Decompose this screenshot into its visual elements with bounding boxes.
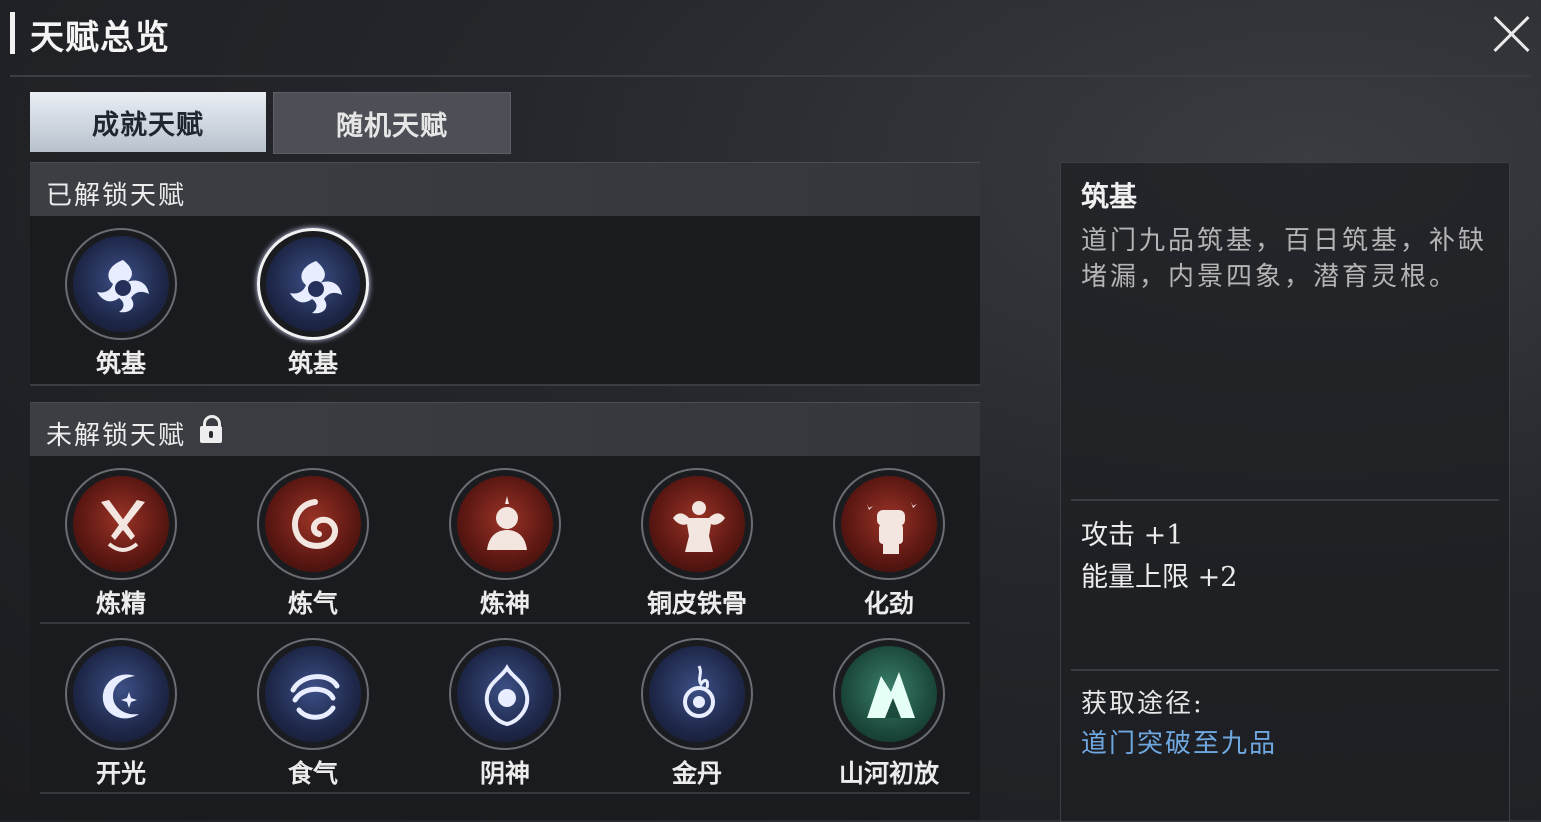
locked-talent-grid: 炼精 炼气 炼神 铜皮铁骨 化劲 开光 食气 阴神 金丹 山河初放	[30, 456, 980, 820]
talent-copper-skin-iron-bone[interactable]: 铜皮铁骨	[622, 468, 772, 618]
close-button[interactable]	[1490, 12, 1534, 56]
talent-name: 筑基	[95, 349, 146, 378]
talent-consecration[interactable]: 开光	[46, 638, 196, 788]
title-accent-bar	[10, 12, 15, 54]
source-link[interactable]: 道门突破至九品	[1081, 723, 1277, 760]
detail-description: 道门九品筑基，百日筑基，补缺堵漏，内景四象，潜育灵根。	[1081, 226, 1488, 292]
talent-refine-qi[interactable]: 炼气	[238, 468, 388, 618]
unlocked-talent-grid: 筑基 筑基	[30, 216, 980, 386]
unlocked-section-title: 已解锁天赋	[46, 180, 187, 210]
foundation-icon	[290, 261, 342, 314]
detail-divider	[1071, 499, 1499, 501]
talent-mountains-rivers[interactable]: 山河初放	[814, 638, 964, 788]
talent-foundation-1[interactable]: 筑基	[46, 228, 196, 378]
talent-foundation-2-selected[interactable]: 筑基	[238, 228, 388, 378]
locked-section-header: 未解锁天赋	[30, 402, 980, 457]
stat-attack: 攻击 +1	[1081, 520, 1184, 551]
whirlwind-icon	[290, 674, 340, 720]
tab-random-talents[interactable]: 随机天赋	[273, 92, 511, 154]
meditating-figure-icon	[487, 496, 527, 550]
swirl-icon	[292, 499, 339, 549]
golden-core-icon	[683, 665, 715, 718]
muscle-figure-icon	[673, 501, 725, 552]
title-divider	[10, 75, 1530, 77]
foundation-icon	[97, 260, 149, 313]
talent-name: 筑基	[287, 349, 338, 378]
mountain-icon	[867, 672, 915, 718]
title-bar: 天赋总览	[0, 0, 1541, 77]
talent-name: 山河初放	[838, 759, 939, 788]
fist-icon	[867, 502, 917, 554]
talent-yin-spirit[interactable]: 阴神	[430, 638, 580, 788]
talent-name: 阴神	[479, 759, 530, 788]
talent-refine-essence[interactable]: 炼精	[46, 468, 196, 618]
detail-divider	[1071, 669, 1499, 671]
crossed-swords-icon	[101, 500, 145, 552]
talent-list-panel: 已解锁天赋 筑基 筑基 未解锁天赋 炼精 炼气 炼神 铜皮铁骨 化劲 开光 食气…	[30, 162, 980, 820]
locked-section-title: 未解锁天赋	[46, 420, 187, 450]
talent-name: 铜皮铁骨	[646, 589, 747, 618]
row-divider	[40, 792, 970, 794]
unlocked-section-header: 已解锁天赋	[30, 162, 980, 217]
talent-name: 金丹	[671, 759, 722, 788]
talent-eat-qi[interactable]: 食气	[238, 638, 388, 788]
talent-detail-panel: 筑基 道门九品筑基，百日筑基，补缺堵漏，内景四象，潜育灵根。 攻击 +1 能量上…	[1060, 162, 1510, 822]
row-divider	[40, 622, 970, 624]
crescent-star-icon	[102, 674, 139, 719]
page-title: 天赋总览	[30, 18, 170, 58]
spirit-icon	[484, 664, 530, 727]
detail-title: 筑基	[1081, 180, 1138, 213]
talent-golden-core[interactable]: 金丹	[622, 638, 772, 788]
stat-energy-cap: 能量上限 +2	[1081, 562, 1238, 593]
talent-refine-spirit[interactable]: 炼神	[430, 468, 580, 618]
talent-name: 炼气	[287, 589, 338, 618]
source-label: 获取途径:	[1081, 689, 1204, 719]
talent-name: 炼精	[95, 589, 146, 618]
talent-name: 化劲	[863, 589, 914, 618]
talent-name: 食气	[287, 759, 338, 788]
lock-icon	[200, 415, 222, 443]
talent-name: 开光	[95, 759, 146, 788]
tab-achievement-talents[interactable]: 成就天赋	[30, 92, 266, 152]
talent-name: 炼神	[479, 589, 530, 618]
talent-transform-strength[interactable]: 化劲	[814, 468, 964, 618]
